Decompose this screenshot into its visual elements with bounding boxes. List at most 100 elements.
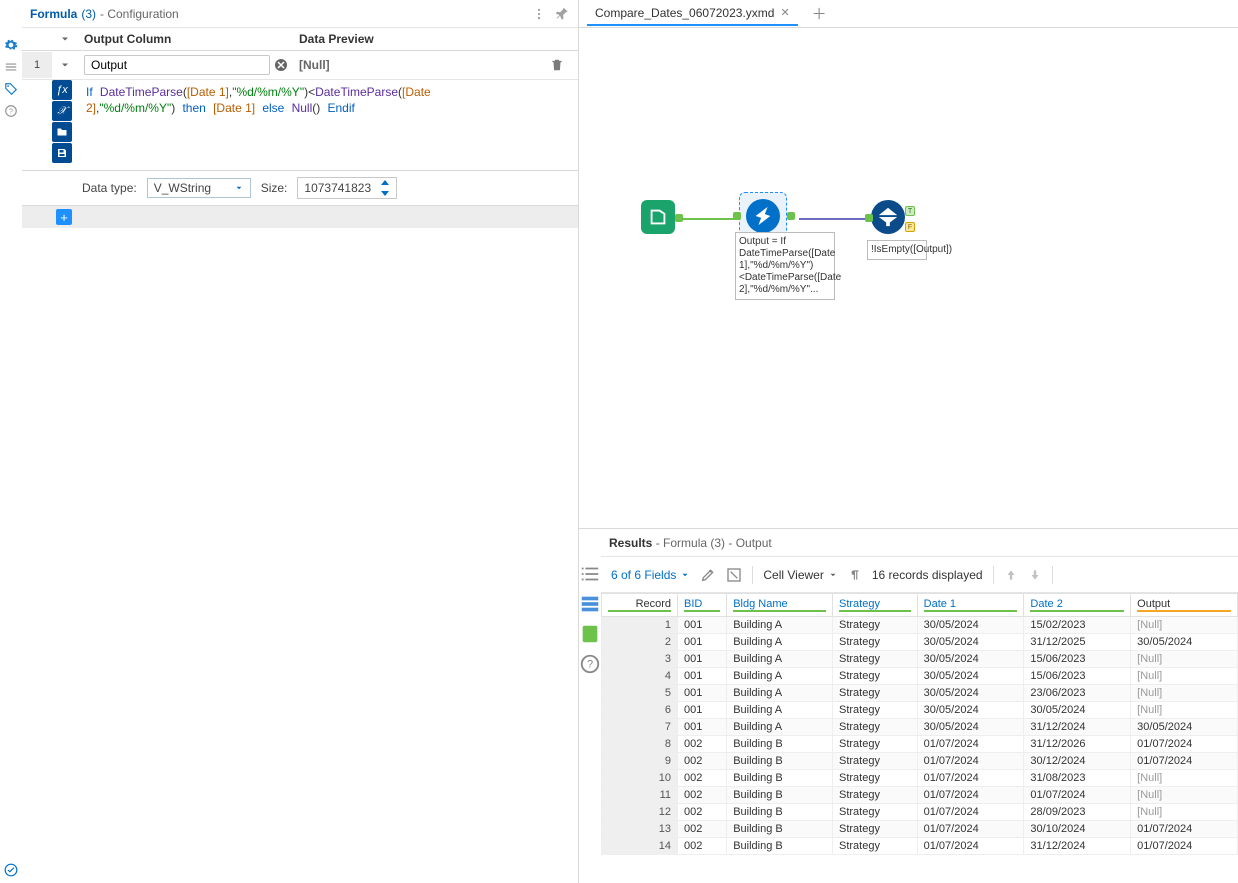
- table-row[interactable]: 9 002 Building B Strategy 01/07/2024 30/…: [602, 753, 1238, 770]
- fields-selector[interactable]: 6 of 6 Fields: [611, 568, 690, 582]
- close-icon[interactable]: ✕: [780, 6, 789, 19]
- table-row[interactable]: 12 002 Building B Strategy 01/07/2024 28…: [602, 804, 1238, 821]
- chevron-down-icon: [234, 183, 244, 193]
- results-toolbar: 6 of 6 Fields Cell Viewer 16 records dis…: [601, 557, 1238, 593]
- results-subtitle: - Formula (3) - Output: [656, 536, 772, 550]
- header-output-column[interactable]: Output Column: [78, 28, 293, 50]
- arrow-up-icon[interactable]: [1004, 568, 1018, 582]
- column-header[interactable]: Strategy: [832, 594, 917, 617]
- records-info: 16 records displayed: [872, 568, 983, 582]
- arrow-down-icon[interactable]: [1028, 568, 1042, 582]
- kebab-icon[interactable]: [532, 7, 546, 21]
- filter-tool-node[interactable]: T F !IsEmpty([Output]): [871, 200, 905, 234]
- workflow-canvas[interactable]: Output = If DateTimeParse([Date 1],"%d/%…: [579, 28, 1238, 528]
- table-row[interactable]: 1 001 Building A Strategy 30/05/2024 15/…: [602, 617, 1238, 634]
- header-data-preview[interactable]: Data Preview: [293, 28, 550, 50]
- false-anchor[interactable]: F: [905, 222, 915, 232]
- size-input[interactable]: 1073741823: [297, 177, 397, 199]
- column-header[interactable]: Record: [602, 594, 678, 617]
- config-grid-header: Output Column Data Preview: [22, 28, 578, 51]
- help-icon[interactable]: ?: [4, 104, 18, 118]
- pin-icon[interactable]: [556, 7, 570, 21]
- rows-icon[interactable]: [579, 593, 601, 615]
- help-icon[interactable]: ?: [579, 653, 601, 675]
- table-row[interactable]: 14 002 Building B Strategy 01/07/2024 31…: [602, 838, 1238, 855]
- formula-editor[interactable]: If DateTimeParse([Date 1],"%d/%m/%Y")<Da…: [78, 80, 578, 170]
- table-row[interactable]: 3 001 Building A Strategy 30/05/2024 15/…: [602, 651, 1238, 668]
- input-anchor[interactable]: [865, 214, 873, 222]
- formula-tool-strip: ƒx 𝒳: [52, 80, 78, 170]
- table-row[interactable]: 13 002 Building B Strategy 01/07/2024 30…: [602, 821, 1238, 838]
- column-header[interactable]: BID: [678, 594, 727, 617]
- page-icon[interactable]: [579, 623, 601, 645]
- tab-label: Compare_Dates_06072023.yxmd: [595, 6, 774, 20]
- input-tool-node[interactable]: [641, 200, 675, 234]
- config-titlebar: Formula (3) - Configuration: [22, 0, 578, 28]
- config-title: Formula: [30, 7, 77, 21]
- gear-icon[interactable]: [4, 38, 18, 52]
- tab-workflow[interactable]: Compare_Dates_06072023.yxmd ✕: [587, 2, 798, 26]
- config-subtitle: - Configuration: [100, 7, 179, 21]
- results-title: Results: [609, 536, 652, 550]
- preview-value: [Null]: [293, 54, 550, 76]
- table-row[interactable]: 10 002 Building B Strategy 01/07/2024 31…: [602, 770, 1238, 787]
- table-row[interactable]: 5 001 Building A Strategy 30/05/2024 23/…: [602, 685, 1238, 702]
- deselect-icon[interactable]: [726, 567, 742, 583]
- x-icon[interactable]: 𝒳: [52, 101, 72, 121]
- chevron-down-icon[interactable]: [59, 59, 71, 71]
- trash-icon[interactable]: [550, 58, 564, 72]
- column-header[interactable]: Date 2: [1024, 594, 1131, 617]
- pilcrow-icon[interactable]: [848, 568, 862, 582]
- table-row[interactable]: 7 001 Building A Strategy 30/05/2024 31/…: [602, 719, 1238, 736]
- lines-icon[interactable]: [4, 60, 18, 74]
- folder-icon[interactable]: [52, 122, 72, 142]
- tag-icon[interactable]: [4, 82, 18, 96]
- svg-text:?: ?: [587, 659, 593, 671]
- chevron-down-icon: [680, 570, 690, 580]
- chevron-down-icon[interactable]: [59, 33, 71, 45]
- chevron-down-icon: [828, 570, 838, 580]
- true-anchor[interactable]: T: [905, 206, 915, 216]
- cell-viewer-dropdown[interactable]: Cell Viewer: [763, 568, 837, 582]
- config-sidebar: ?: [0, 0, 22, 883]
- results-panel: ? Results - Formula (3) - Output 6 of 6 …: [579, 528, 1238, 883]
- list-icon[interactable]: [579, 563, 601, 585]
- column-header[interactable]: Bldg Name: [727, 594, 833, 617]
- filter-tool-label: !IsEmpty([Output]): [867, 240, 927, 260]
- table-row[interactable]: 8 002 Building B Strategy 01/07/2024 31/…: [602, 736, 1238, 753]
- workflow-tabs: Compare_Dates_06072023.yxmd ✕ ＋: [579, 0, 1238, 28]
- input-anchor[interactable]: [733, 212, 741, 220]
- config-panel: Formula (3) - Configuration Output Colum…: [22, 0, 579, 883]
- datatype-row: Data type: V_WString Size: 1073741823: [22, 171, 578, 206]
- fx-icon[interactable]: ƒx: [52, 80, 72, 100]
- column-header[interactable]: Date 1: [917, 594, 1024, 617]
- spinner-icon[interactable]: [380, 180, 390, 196]
- svg-text:?: ?: [9, 108, 13, 115]
- clear-icon[interactable]: [274, 58, 287, 72]
- results-sidebar: ?: [579, 529, 601, 883]
- add-button[interactable]: +: [56, 209, 72, 225]
- add-tab-button[interactable]: ＋: [812, 3, 827, 24]
- size-label: Size:: [261, 181, 288, 195]
- results-grid[interactable]: RecordBIDBldg NameStrategyDate 1Date 2Ou…: [601, 593, 1238, 883]
- config-output-row: 1 [Null]: [22, 51, 578, 80]
- row-index: 1: [22, 52, 52, 78]
- add-row: +: [22, 206, 578, 228]
- save-icon[interactable]: [52, 143, 72, 163]
- output-anchor[interactable]: [787, 212, 795, 220]
- output-anchor[interactable]: [675, 214, 683, 222]
- datatype-label: Data type:: [82, 181, 137, 195]
- table-row[interactable]: 6 001 Building A Strategy 30/05/2024 30/…: [602, 702, 1238, 719]
- formula-tool-node[interactable]: Output = If DateTimeParse([Date 1],"%d/%…: [739, 192, 787, 240]
- results-titlebar: Results - Formula (3) - Output: [601, 529, 1238, 557]
- datatype-select[interactable]: V_WString: [147, 178, 251, 198]
- table-row[interactable]: 11 002 Building B Strategy 01/07/2024 01…: [602, 787, 1238, 804]
- output-column-input[interactable]: [84, 55, 270, 75]
- edit-icon[interactable]: [700, 567, 716, 583]
- formula-tool-label: Output = If DateTimeParse([Date 1],"%d/%…: [735, 232, 835, 300]
- table-row[interactable]: 4 001 Building A Strategy 30/05/2024 15/…: [602, 668, 1238, 685]
- status-ok-icon: [4, 863, 18, 877]
- config-title-count: (3): [81, 7, 96, 21]
- table-row[interactable]: 2 001 Building A Strategy 30/05/2024 31/…: [602, 634, 1238, 651]
- column-header[interactable]: Output: [1131, 594, 1238, 617]
